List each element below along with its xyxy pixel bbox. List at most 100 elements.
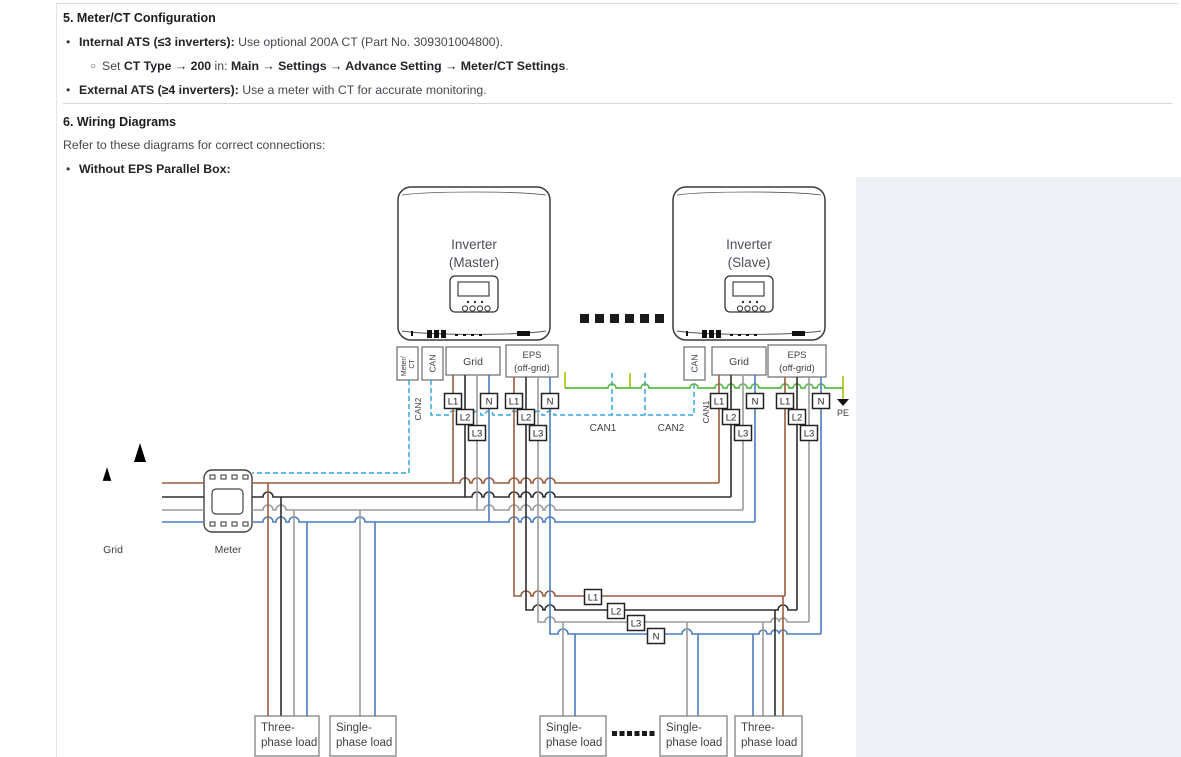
single-phase-load-1: Single- phase load (330, 716, 396, 756)
can2-label: CAN2 (658, 423, 685, 434)
n-tag: N (653, 632, 660, 643)
content-left-border (56, 3, 57, 757)
inverter-slave-role: (Slave) (728, 255, 771, 270)
l2-tag: L2 (726, 413, 737, 424)
load-label-line2: phase load (546, 737, 602, 749)
section5-item1: •Internal ATS (≤3 inverters): Use option… (66, 35, 503, 49)
section-divider (63, 103, 1172, 104)
l3-tag: L3 (738, 429, 749, 440)
item1-text: Use optional 200A CT (Part No. 309301004… (235, 35, 503, 49)
bullet-icon: • (66, 162, 79, 176)
section6-heading: 6. Wiring Diagrams (63, 115, 176, 129)
top-divider (56, 3, 1178, 4)
slave-eps-port-label2: (off-grid) (779, 363, 815, 374)
more-loads-ellipsis (612, 731, 655, 736)
load-label-line1: Three- (741, 722, 775, 734)
eps-l1-wire (514, 377, 785, 596)
single-phase-load-3: Single- phase load (660, 716, 727, 756)
three-phase-load-1: Three- phase load (255, 716, 319, 756)
inverter-display (725, 276, 773, 312)
section6-intro: Refer to these diagrams for correct conn… (63, 138, 325, 152)
wiring-diagram: Inverter (Master) Inverter (Slave) (84, 177, 856, 757)
sub-pre: Set (102, 59, 124, 73)
inverter-master: Inverter (Master) (398, 187, 550, 340)
inverter-master-name: Inverter (451, 237, 497, 252)
item2-bold: External ATS (≥4 inverters): (79, 83, 239, 97)
master-eps-port-label2: (off-grid) (514, 363, 550, 374)
section5-heading: 5. Meter/CT Configuration (63, 11, 216, 25)
l1-tag: L1 (509, 397, 520, 408)
inverter-slave: Inverter (Slave) (673, 187, 825, 340)
bullet-icon: • (66, 35, 79, 49)
sub-bold1: CT Type → 200 (124, 59, 211, 73)
inverter-display (450, 276, 498, 312)
n-bus (252, 517, 755, 522)
eps-l2-wire (526, 377, 797, 610)
grid-tower-small (88, 467, 125, 537)
document-page: 5. Meter/CT Configuration •Internal ATS … (0, 0, 1181, 757)
load-label-line1: Single- (666, 722, 702, 734)
master-grid-port-label: Grid (463, 356, 483, 368)
load-label-line1: Single- (546, 722, 582, 734)
can2-vertical-label: CAN2 (413, 397, 423, 420)
l1-tag: L1 (448, 397, 459, 408)
load-label-line2: phase load (741, 737, 797, 749)
l2-tag: L2 (460, 413, 471, 424)
section5-item2: •External ATS (≥4 inverters): Use a mete… (66, 83, 487, 97)
l3-tag: L3 (804, 429, 815, 440)
pe-wire (565, 384, 843, 388)
load-label-line1: Three- (261, 722, 295, 734)
section6-item1-bold: Without EPS Parallel Box: (79, 162, 231, 176)
l1-tag: L1 (588, 593, 599, 604)
n-tag: N (547, 397, 554, 408)
three-phase-load-2: Three- phase load (735, 716, 802, 756)
item1-bold: Internal ATS (≤3 inverters): (79, 35, 235, 49)
inverter-slave-name: Inverter (726, 237, 772, 252)
grid-node-label: Grid (103, 544, 123, 556)
section6-item1: •Without EPS Parallel Box: (66, 162, 231, 176)
l2-tag: L2 (792, 413, 803, 424)
pe-label: PE (837, 408, 849, 418)
n-tag: N (486, 397, 493, 408)
slave-can-port-label: CAN (690, 355, 700, 373)
l2-tag: L2 (521, 413, 532, 424)
load-boxes: Three- phase load Single- phase load Sin… (255, 716, 802, 756)
l3-tag: L3 (472, 429, 483, 440)
l3-bus (252, 505, 743, 510)
l1-tag: L1 (780, 397, 791, 408)
eps-l3-wire (538, 377, 809, 622)
page-background-right (856, 177, 1181, 757)
sub-end: . (565, 59, 568, 73)
sub-bold2: Main → Settings → Advance Setting → Mete… (231, 59, 565, 73)
l1-tag: L1 (714, 397, 725, 408)
slave-eps-port-label1: EPS (787, 350, 806, 361)
meter-ct-comm-line (252, 380, 409, 473)
meter-node-label: Meter (215, 544, 242, 556)
sub-bullet-icon: ○ (90, 61, 102, 72)
meter-icon (204, 470, 252, 532)
l1-bus (252, 478, 719, 483)
l3-tag: L3 (631, 619, 642, 630)
more-inverters-ellipsis (580, 314, 664, 323)
inverter-master-role: (Master) (449, 255, 499, 270)
slave-grid-port-label: Grid (729, 356, 749, 368)
sub-mid: in: (211, 59, 231, 73)
can1-vertical-label: CAN1 (701, 400, 711, 423)
grid-tower-large (114, 443, 166, 540)
master-eps-port-label1: EPS (522, 350, 541, 361)
master-can-port-label: CAN (428, 355, 438, 373)
load-label-line2: phase load (261, 737, 317, 749)
n-tag: N (752, 397, 759, 408)
l2-bus (252, 492, 731, 497)
bullet-icon: • (66, 83, 79, 97)
load-label-line2: phase load (336, 737, 392, 749)
load-label-line1: Single- (336, 722, 372, 734)
item2-text: Use a meter with CT for accurate monitor… (239, 83, 487, 97)
ground-arrow-icon (837, 399, 849, 406)
l2-tag: L2 (611, 607, 622, 618)
l3-tag: L3 (533, 429, 544, 440)
n-tag: N (818, 397, 825, 408)
can1-label: CAN1 (590, 423, 617, 434)
load-label-line2: phase load (666, 737, 722, 749)
single-phase-load-2: Single- phase load (540, 716, 606, 756)
